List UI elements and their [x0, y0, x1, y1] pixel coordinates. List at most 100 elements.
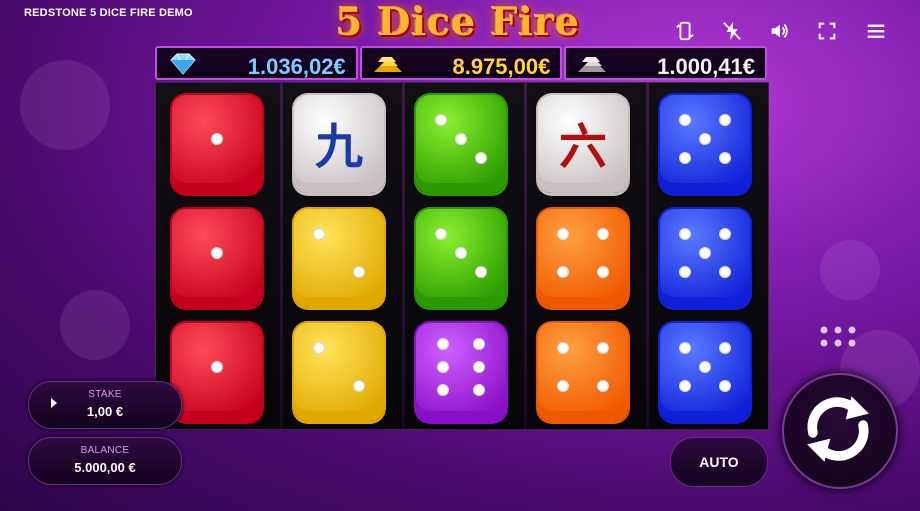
reel-grid: 九六: [155, 82, 769, 430]
silver-bars-icon: [578, 57, 607, 72]
die-pip: [718, 152, 731, 165]
die-pip: [679, 380, 692, 393]
die-pip: [679, 113, 692, 126]
die-pip: [473, 338, 485, 351]
fullscreen-icon: [818, 22, 836, 40]
die-pip: [679, 152, 692, 165]
die-pip: [557, 227, 570, 240]
game-logo: 5 Dice Fire: [335, 0, 581, 44]
sound-icon: [771, 24, 788, 38]
die-pip: [679, 341, 692, 354]
die-symbol: [170, 207, 264, 307]
die-pip: [699, 361, 711, 373]
die-pip: [557, 266, 570, 279]
die-symbol: 六: [536, 93, 630, 193]
reel-separator: [646, 83, 649, 429]
bokeh-light: [60, 290, 130, 360]
reel-separator: [280, 83, 283, 429]
gold-bars-icon: [373, 57, 402, 72]
die-pip: [313, 227, 326, 240]
die-pip: [699, 247, 711, 259]
die-pip: [474, 266, 487, 279]
die-pip: [596, 380, 609, 393]
die-symbol: [414, 93, 508, 193]
bokeh-light: [20, 60, 110, 150]
die-symbol: 九: [292, 93, 386, 193]
reel-separator: [402, 83, 405, 429]
die-symbol: [414, 207, 508, 307]
rotate-screen-button[interactable]: [672, 18, 698, 44]
die-symbol: [292, 207, 386, 307]
die-pip: [435, 113, 448, 126]
die-pip: [557, 380, 570, 393]
menu-icon: [867, 24, 885, 38]
die-pip: [352, 380, 365, 393]
die-pip: [211, 133, 223, 145]
die-kanji: 九: [314, 121, 363, 174]
sound-button[interactable]: [766, 18, 792, 44]
balance-value: 5.000,00 €: [74, 460, 136, 475]
turbo-off-icon: [723, 21, 741, 41]
die-symbol: [658, 93, 752, 193]
jackpot-diamond: 1.036,02€: [155, 46, 358, 80]
stake-selector[interactable]: STAKE 1,00 €: [28, 381, 182, 429]
die-symbol: [414, 321, 508, 421]
die-symbol: [536, 321, 630, 421]
die-symbol: [536, 207, 630, 307]
jackpot-bar: 1.036,02€ 8.975,00€ 1.000,41€: [155, 46, 768, 80]
die-pip: [596, 341, 609, 354]
jackpot-value: 8.975,00€: [452, 54, 551, 79]
jackpot-value: 1.036,02€: [247, 54, 346, 79]
reel-separator: [524, 83, 527, 429]
die-pip: [455, 133, 467, 145]
die-pip: [718, 113, 731, 126]
die-pip: [455, 247, 467, 259]
die-pip: [596, 266, 609, 279]
die-pip: [211, 247, 223, 259]
mode-label: DEMO: [159, 7, 193, 19]
die-pip: [352, 266, 365, 279]
die-pip: [313, 341, 326, 354]
die-pip: [437, 383, 449, 396]
die-symbol: [658, 207, 752, 307]
die-symbol: [658, 321, 752, 421]
die-pip: [699, 133, 711, 145]
balance-display: BALANCE 5.000,00 €: [28, 437, 182, 485]
options-button[interactable]: [819, 324, 857, 350]
die-pip: [557, 341, 570, 354]
die-pip: [473, 383, 485, 396]
rotate-screen-icon: [676, 21, 694, 41]
game-name: 5 DICE FIRE: [90, 7, 156, 19]
menu-button[interactable]: [863, 18, 889, 44]
bokeh-light: [820, 240, 880, 300]
die-pip: [437, 338, 449, 351]
jackpot-value: 1.000,41€: [657, 54, 756, 79]
stake-label: STAKE: [88, 389, 122, 400]
die-pip: [718, 227, 731, 240]
balance-label: BALANCE: [80, 445, 130, 456]
die-pip: [718, 266, 731, 279]
brand-name: REDSTONE: [24, 7, 87, 19]
die-pip: [473, 361, 485, 373]
die-pip: [435, 227, 448, 240]
die-symbol: [170, 93, 264, 193]
die-symbol: [170, 321, 264, 421]
die-pip: [679, 266, 692, 279]
die-pip: [718, 380, 731, 393]
die-pip: [211, 361, 223, 373]
die-symbol: [292, 321, 386, 421]
die-kanji: 六: [558, 121, 607, 174]
dots-grid-icon: [820, 326, 856, 347]
die-pip: [474, 152, 487, 165]
die-pip: [437, 361, 449, 373]
turbo-button[interactable]: [719, 18, 745, 44]
die-pip: [596, 227, 609, 240]
spin-button[interactable]: [782, 373, 898, 489]
jackpot-silver: 1.000,41€: [564, 46, 768, 80]
spin-icon: [807, 396, 869, 462]
diamond-icon: [170, 53, 196, 75]
die-pip: [718, 341, 731, 354]
jackpot-gold: 8.975,00€: [359, 46, 563, 80]
fullscreen-button[interactable]: [814, 18, 840, 44]
auto-button[interactable]: AUTO: [670, 437, 768, 487]
